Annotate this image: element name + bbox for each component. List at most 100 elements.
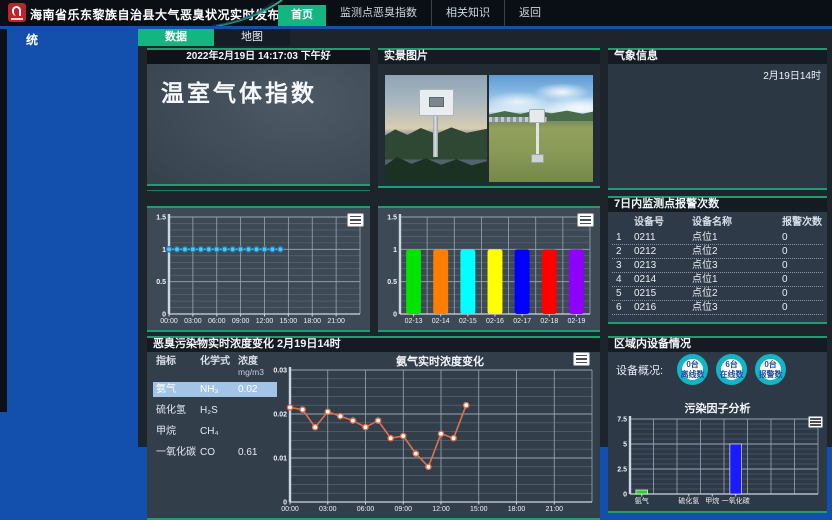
svg-text:氨气: 氨气: [635, 496, 649, 505]
greenhouse-trend-panel: 00.511.500:0003:0006:0009:0012:0015:0018…: [147, 206, 370, 332]
svg-text:0.5: 0.5: [387, 279, 397, 286]
svg-text:硫化氢: 硫化氢: [678, 496, 699, 505]
nav-item-knowledge[interactable]: 相关知识: [431, 0, 504, 26]
svg-text:09:00: 09:00: [232, 318, 250, 325]
app-title-line2: 统: [26, 31, 38, 48]
daily-odor-level-chart: 0 0.5 1 1.5 02-13 02-14 02-15 02-16 02-17 02-18 02…: [378, 208, 600, 330]
alarm-count-title: 7日内监测点报警次数: [608, 198, 827, 212]
pollution-factor-chart: 02.557.5氨气硫化氢甲烷一氧化碳: [612, 412, 823, 509]
svg-text:02-15: 02-15: [459, 318, 477, 325]
svg-text:0.5: 0.5: [156, 279, 166, 286]
photo2-equipment-pole: [536, 119, 539, 158]
svg-text:5: 5: [623, 442, 627, 449]
site-photos-title: 实景图片: [378, 50, 600, 64]
svg-text:甲烷: 甲烷: [705, 496, 719, 505]
online-count-badge: 6台在线数: [716, 354, 747, 385]
odor-row-ch4[interactable]: 甲烷CH₄: [153, 424, 277, 439]
app-logo-icon: [8, 3, 26, 22]
svg-text:1: 1: [393, 247, 397, 254]
site-photo-1[interactable]: [385, 75, 487, 182]
chart-menu-icon[interactable]: [577, 213, 594, 227]
table-row: 30213点位30: [612, 259, 823, 273]
svg-text:0: 0: [623, 492, 627, 499]
svg-text:06:00: 06:00: [357, 506, 375, 513]
device-overview-label: 设备概况:: [616, 362, 663, 378]
svg-text:02-18: 02-18: [540, 318, 558, 325]
svg-text:2.5: 2.5: [617, 467, 627, 474]
weather-info-panel: 气象信息 2月19日14时: [608, 48, 827, 190]
odor-pollutants-panel: 恶臭污染物实时浓度变化 2月19日14时 指标 化学式 浓度mg/m3 氨气NH…: [147, 336, 600, 520]
chart-menu-icon[interactable]: [347, 213, 364, 227]
greenhouse-index-headline: 温室气体指数: [161, 74, 317, 108]
table-row: 20212点位20: [612, 245, 823, 259]
svg-text:7.5: 7.5: [617, 417, 627, 424]
top-header-bar: 海南省乐东黎族自治县大气恶臭状况实时发布系 首页 监测点恶臭指数 相关知识 返回: [0, 0, 832, 26]
svg-text:15:00: 15:00: [280, 318, 298, 325]
svg-text:09:00: 09:00: [394, 506, 412, 513]
left-edge-strip: [0, 29, 7, 412]
svg-text:12:00: 12:00: [432, 506, 450, 513]
svg-text:03:00: 03:00: [319, 506, 337, 513]
daily-odor-level-panel: 0 0.5 1 1.5 02-13 02-14 02-15 02-16 02-17 02-18 02…: [378, 206, 600, 332]
weather-info-title: 气象信息: [608, 50, 827, 64]
svg-text:15:00: 15:00: [470, 506, 488, 513]
region-devices-panel: 区域内设备情况 设备概况: 0台离线数 6台在线数 0台报警数 污染因子分析 0…: [608, 336, 827, 513]
chart-menu-icon[interactable]: [573, 352, 590, 366]
svg-text:18:00: 18:00: [303, 318, 321, 325]
tab-map[interactable]: 地图: [214, 29, 290, 46]
svg-text:0.03: 0.03: [273, 368, 287, 375]
alarm-table: 设备号 设备名称 报警次数 10211点位10 20212点位20 30213点…: [612, 216, 823, 315]
table-row: 10211点位10: [612, 231, 823, 245]
region-devices-title: 区域内设备情况: [608, 338, 827, 352]
svg-text:02-14: 02-14: [432, 318, 450, 325]
svg-text:1.5: 1.5: [387, 215, 397, 222]
dashboard-root: 海南省乐东黎族自治县大气恶臭状况实时发布系 首页 监测点恶臭指数 相关知识 返回…: [0, 0, 832, 520]
odor-pollutants-title: 恶臭污染物实时浓度变化 2月19日14时: [147, 338, 600, 352]
svg-text:18:00: 18:00: [508, 506, 526, 513]
tab-data[interactable]: 数据: [138, 29, 214, 46]
svg-text:02-13: 02-13: [405, 318, 423, 325]
svg-text:06:00: 06:00: [208, 318, 226, 325]
chart-menu-icon[interactable]: [808, 416, 823, 428]
svg-text:1: 1: [162, 247, 166, 254]
svg-text:21:00: 21:00: [545, 506, 563, 513]
nav-item-odor-index[interactable]: 监测点恶臭指数: [326, 0, 431, 26]
alarm-count-badge: 0台报警数: [755, 354, 786, 385]
svg-text:0.01: 0.01: [273, 456, 287, 463]
svg-text:0: 0: [393, 312, 397, 319]
site-photo-2[interactable]: [489, 75, 593, 182]
svg-text:02-16: 02-16: [486, 318, 504, 325]
header-swoosh-decoration: [212, 0, 284, 26]
svg-text:0.02: 0.02: [273, 412, 287, 419]
alarm-count-panel: 7日内监测点报警次数 设备号 设备名称 报警次数 10211点位10 20212…: [608, 196, 827, 324]
greenhouse-index-panel: 温室气体指数: [147, 64, 370, 186]
svg-text:03:00: 03:00: [184, 318, 202, 325]
table-row: 50215点位20: [612, 287, 823, 301]
svg-text:02-17: 02-17: [513, 318, 531, 325]
table-row: 60216点位30: [612, 301, 823, 315]
photo2-clouds: [489, 75, 593, 182]
svg-text:00:00: 00:00: [281, 506, 299, 513]
panel-divider-line: [147, 190, 370, 191]
main-nav: 首页 监测点恶臭指数 相关知识 返回: [278, 0, 555, 26]
weather-timestamp: 2月19日14时: [763, 67, 821, 82]
table-row: 40214点位10: [612, 273, 823, 287]
odor-row-ammonia[interactable]: 氨气NH₃0.02: [153, 382, 277, 397]
svg-text:1.5: 1.5: [156, 215, 166, 222]
svg-text:00:00: 00:00: [160, 318, 178, 325]
device-overview-row: 设备概况: 0台离线数 6台在线数 0台报警数: [616, 354, 821, 385]
ammonia-trend-chart: 00.010.020.0300:0003:0006:0009:0012:0015…: [270, 365, 600, 519]
site-photos-panel: 实景图片: [378, 48, 600, 188]
odor-row-co[interactable]: 一氧化碳CO0.61: [153, 445, 277, 460]
svg-text:12:00: 12:00: [256, 318, 274, 325]
photo2-monitor-box: [529, 109, 546, 123]
photo1-monitor-box: [419, 89, 455, 116]
nav-item-back[interactable]: 返回: [504, 0, 555, 26]
svg-text:02-19: 02-19: [567, 318, 585, 325]
offline-count-badge: 0台离线数: [677, 354, 708, 385]
photo2-equipment-base: [531, 154, 545, 163]
odor-row-h2s[interactable]: 硫化氢H₂S: [153, 403, 277, 418]
datetime-bar: 2022年2月19日 14:17:03 下午好: [147, 48, 370, 64]
svg-text:21:00: 21:00: [327, 318, 345, 325]
nav-item-home[interactable]: 首页: [278, 5, 326, 26]
